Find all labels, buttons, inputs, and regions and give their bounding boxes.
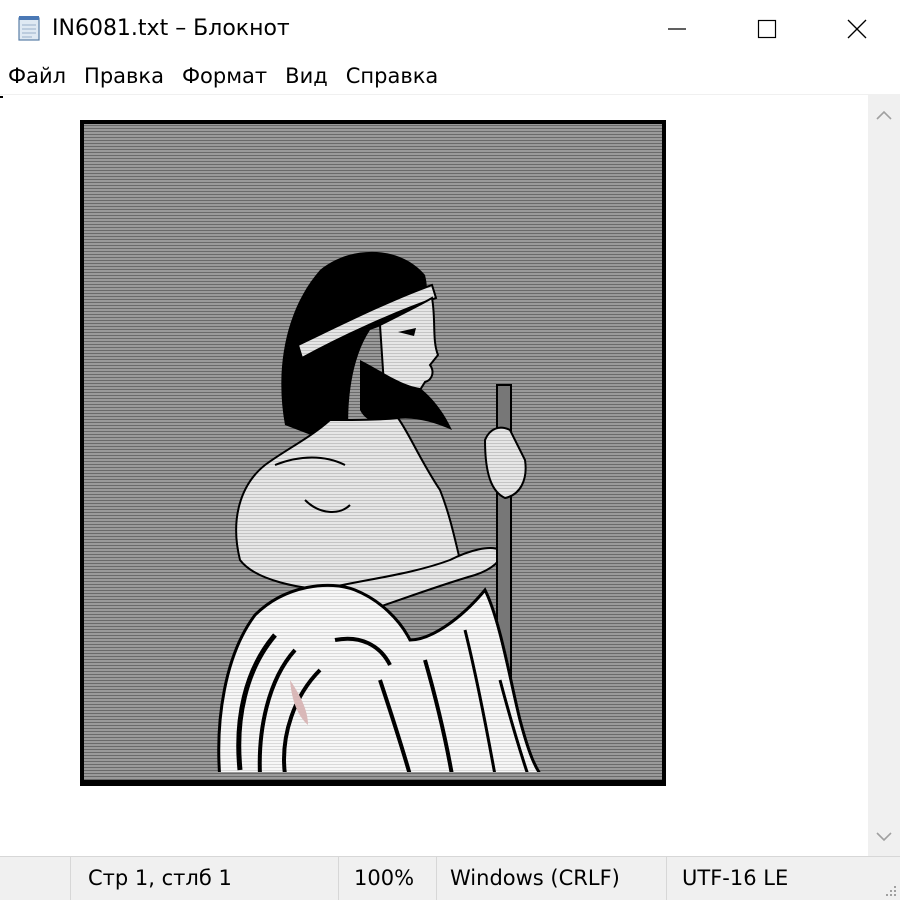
ascii-art-greek-figure-image: [80, 120, 666, 790]
vertical-scrollbar[interactable]: [868, 94, 900, 856]
menu-bar: Файл Правка Формат Вид Справка: [0, 58, 900, 94]
title-bar[interactable]: IN6081.txt – Блокнот: [0, 0, 900, 58]
menu-format[interactable]: Формат: [173, 58, 276, 94]
scroll-down-button[interactable]: [868, 820, 900, 854]
close-icon: [847, 19, 867, 39]
status-encoding: UTF-16 LE: [682, 866, 789, 890]
status-separator: [666, 857, 667, 900]
maximize-icon: [757, 19, 777, 39]
status-bar: Стр 1, стлб 1 100% Windows (CRLF) UTF-16…: [0, 856, 900, 900]
menu-help[interactable]: Справка: [337, 58, 448, 94]
minimize-icon: [668, 28, 686, 30]
status-separator: [436, 857, 437, 900]
chevron-down-icon: [876, 832, 892, 842]
scroll-up-button[interactable]: [868, 98, 900, 132]
maximize-button[interactable]: [722, 0, 812, 58]
status-line-endings: Windows (CRLF): [450, 866, 620, 890]
notepad-icon[interactable]: [16, 14, 44, 42]
resize-grip-icon[interactable]: [882, 882, 898, 898]
chevron-up-icon: [876, 110, 892, 120]
menu-file[interactable]: Файл: [0, 58, 75, 94]
menu-view[interactable]: Вид: [276, 58, 337, 94]
notepad-window: IN6081.txt – Блокнот Файл Правка Формат …: [0, 0, 900, 900]
status-cursor-position: Стр 1, стлб 1: [88, 866, 232, 890]
text-caret: [0, 96, 3, 98]
menu-edit[interactable]: Правка: [75, 58, 173, 94]
status-separator: [70, 857, 71, 900]
status-zoom: 100%: [354, 866, 415, 890]
close-button[interactable]: [812, 0, 900, 58]
minimize-button[interactable]: [632, 0, 722, 58]
window-title: IN6081.txt – Блокнот: [52, 16, 290, 41]
status-separator: [338, 857, 339, 900]
